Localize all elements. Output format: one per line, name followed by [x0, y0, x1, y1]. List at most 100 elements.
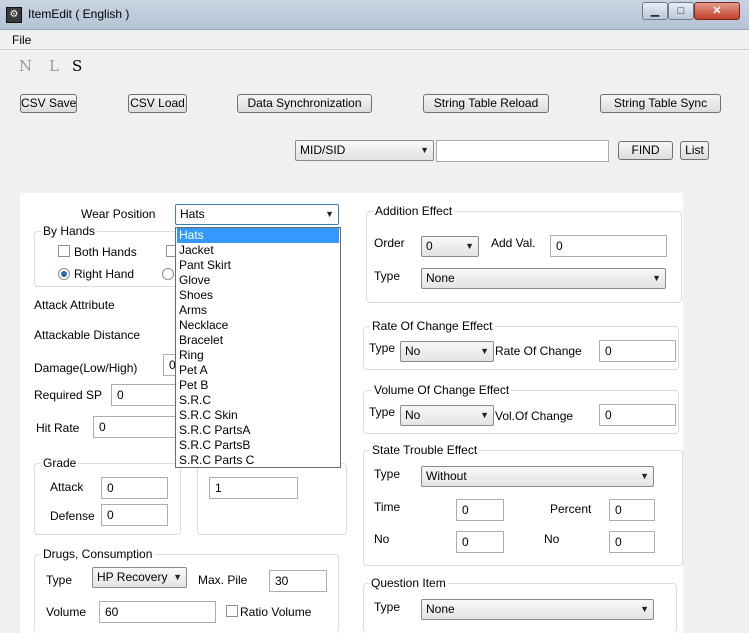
chevron-down-icon: ▼: [480, 410, 489, 420]
search-input[interactable]: [436, 140, 609, 162]
chevron-down-icon: ▼: [640, 471, 649, 481]
chevron-down-icon: ▼: [480, 346, 489, 356]
window-title: ItemEdit ( English ): [28, 7, 130, 21]
drugs-title: Drugs, Consumption: [41, 547, 155, 561]
wear-position-option[interactable]: Hats: [177, 228, 339, 243]
menu-bar: [0, 30, 749, 50]
required-sp-input[interactable]: 0: [111, 384, 177, 406]
find-button[interactable]: FIND: [618, 141, 673, 160]
addition-type-label: Type: [374, 269, 401, 283]
chevron-down-icon: ▼: [465, 241, 474, 251]
attack-attribute-label: Attack Attribute: [34, 298, 115, 312]
order-select[interactable]: 0 ▼: [421, 236, 479, 257]
right-hand-label: Right Hand: [74, 267, 135, 281]
addition-effect-title: Addition Effect: [373, 204, 455, 218]
wear-position-dropdown-list: Hats Jacket Pant Skirt Glove Shoes Arms Neckla…: [175, 227, 341, 468]
close-icon[interactable]: ✕: [694, 2, 740, 20]
data-sync-button[interactable]: Data Synchronization: [237, 94, 372, 113]
string-table-reload-button[interactable]: String Table Reload: [423, 94, 549, 113]
left-hand-radio[interactable]: [162, 268, 174, 280]
wear-position-option[interactable]: S.R.C PartsB: [177, 438, 339, 453]
order-value: 0: [426, 239, 433, 253]
wear-position-option[interactable]: S.R.C Skin: [177, 408, 339, 423]
chevron-down-icon: ▼: [325, 209, 334, 219]
no-input-1[interactable]: 0: [456, 531, 504, 553]
wear-position-option[interactable]: Bracelet: [177, 333, 339, 348]
question-item-title: Question Item: [369, 576, 448, 590]
addition-type-value: None: [426, 271, 455, 285]
extra-value-input[interactable]: 1: [209, 477, 298, 499]
by-hands-title: By Hands: [41, 224, 98, 238]
right-hand-radio[interactable]: [58, 268, 70, 280]
rate-of-change-input[interactable]: 0: [599, 340, 676, 362]
drugs-type-select[interactable]: HP Recovery ▼: [92, 567, 187, 588]
ratio-volume-checkbox[interactable]: [226, 605, 238, 617]
string-table-sync-button[interactable]: String Table Sync: [600, 94, 721, 113]
mode-s[interactable]: S: [72, 57, 82, 75]
wear-position-select[interactable]: Hats ▼: [175, 204, 339, 225]
chevron-down-icon: ▼: [173, 572, 182, 582]
rate-type-label: Type: [369, 341, 396, 355]
wear-position-option[interactable]: S.R.C: [177, 393, 339, 408]
wear-position-option[interactable]: Arms: [177, 303, 339, 318]
ratio-volume-label: Ratio Volume: [240, 605, 312, 619]
item-edit-app-icon: ⚙: [6, 7, 22, 23]
mode-n[interactable]: N: [19, 57, 32, 75]
grade-defense-input[interactable]: 0: [101, 504, 168, 526]
grade-attack-input[interactable]: 0: [101, 477, 168, 499]
menu-file[interactable]: File: [12, 33, 31, 47]
volume-type-label: Type: [369, 405, 396, 419]
add-val-input[interactable]: 0: [550, 235, 667, 257]
rate-type-select[interactable]: No ▼: [400, 341, 494, 362]
chevron-down-icon: ▼: [652, 273, 661, 283]
max-pile-label: Max. Pile: [198, 573, 248, 587]
wear-position-option[interactable]: S.R.C PartsA: [177, 423, 339, 438]
wear-position-option[interactable]: Pant Skirt: [177, 258, 339, 273]
csv-save-button[interactable]: CSV Save: [20, 94, 77, 113]
wear-position-option[interactable]: S.R.C Parts C: [177, 453, 339, 468]
wear-position-option[interactable]: Ring: [177, 348, 339, 363]
chevron-down-icon: ▼: [640, 604, 649, 614]
grade-title: Grade: [41, 456, 79, 470]
wear-position-option[interactable]: Glove: [177, 273, 339, 288]
volume-label: Volume: [46, 605, 87, 619]
time-input[interactable]: 0: [456, 499, 504, 521]
wear-position-option[interactable]: Shoes: [177, 288, 339, 303]
max-pile-input[interactable]: 30: [269, 570, 327, 592]
volume-type-select[interactable]: No ▼: [400, 405, 494, 426]
required-sp-label: Required SP: [34, 388, 103, 402]
wear-position-value: Hats: [180, 207, 205, 221]
question-type-value: None: [426, 602, 455, 616]
rate-change-title: Rate Of Change Effect: [370, 319, 495, 333]
vol-of-change-label: Vol.Of Change: [495, 409, 574, 423]
search-mode-select[interactable]: MID/SID ▼: [295, 140, 434, 161]
rate-of-change-label: Rate Of Change: [495, 344, 582, 358]
maximize-icon[interactable]: □: [668, 2, 694, 20]
wear-position-option[interactable]: Jacket: [177, 243, 339, 258]
hit-rate-input[interactable]: 0: [93, 416, 176, 438]
list-button[interactable]: List: [680, 141, 709, 160]
mode-l[interactable]: L: [49, 57, 59, 75]
wear-position-option[interactable]: Pet A: [177, 363, 339, 378]
add-val-label: Add Val.: [491, 236, 536, 250]
no-label-1: No: [374, 532, 390, 546]
state-type-select[interactable]: Without ▼: [421, 466, 654, 487]
volume-input[interactable]: 60: [99, 601, 216, 623]
time-label: Time: [374, 500, 401, 514]
csv-load-button[interactable]: CSV Load: [128, 94, 187, 113]
both-hands-checkbox[interactable]: [58, 245, 70, 257]
rate-type-value: No: [405, 344, 421, 358]
percent-input[interactable]: 0: [609, 499, 655, 521]
addition-type-select[interactable]: None ▼: [421, 268, 666, 289]
question-type-select[interactable]: None ▼: [421, 599, 654, 620]
no-label-2: No: [544, 532, 560, 546]
state-type-value: Without: [426, 469, 467, 483]
wear-position-option[interactable]: Necklace: [177, 318, 339, 333]
no-input-2[interactable]: 0: [609, 531, 655, 553]
state-type-label: Type: [374, 467, 401, 481]
search-mode-value: MID/SID: [300, 143, 346, 157]
vol-of-change-input[interactable]: 0: [599, 404, 676, 426]
wear-position-option[interactable]: Pet B: [177, 378, 339, 393]
hit-rate-label: Hit Rate: [36, 421, 80, 435]
minimize-icon[interactable]: ▁: [642, 2, 668, 20]
